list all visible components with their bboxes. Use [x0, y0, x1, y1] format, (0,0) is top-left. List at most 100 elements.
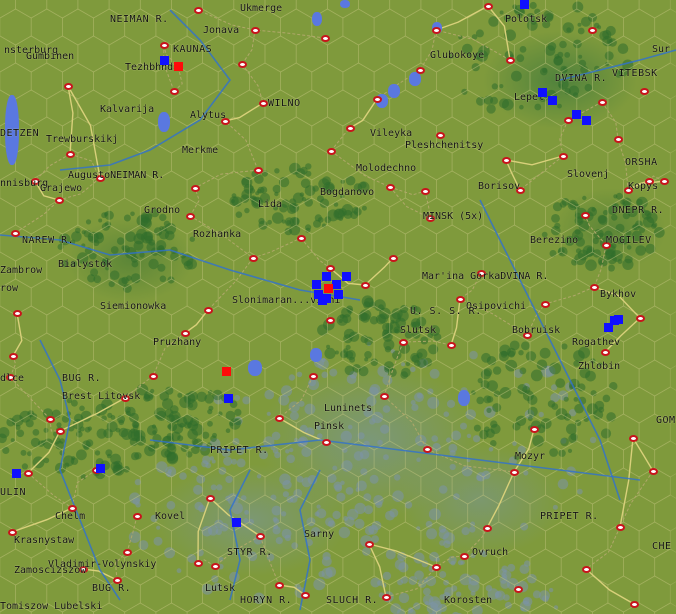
map-label: Zamoscizszow: [14, 565, 87, 576]
map-label: Tomiszow Lubelski: [0, 601, 103, 612]
axis-unit-counter[interactable]: [332, 280, 341, 289]
terrain-patch: [198, 504, 206, 513]
terrain-patch: [539, 347, 551, 359]
terrain-patch: [202, 455, 211, 465]
map-label: DETZEN: [0, 128, 40, 139]
soviet-unit-counter[interactable]: [174, 62, 183, 71]
terrain-patch: [151, 424, 157, 429]
hex-cell: [202, 0, 235, 19]
terrain-patch: [597, 25, 602, 30]
terrain-patch: [398, 592, 410, 604]
axis-unit-counter[interactable]: [318, 296, 327, 305]
terrain-patch: [617, 43, 629, 54]
terrain-patch: [318, 570, 325, 578]
soviet-unit-counter[interactable]: [222, 367, 231, 376]
terrain-patch: [272, 526, 281, 535]
axis-unit-counter[interactable]: [582, 116, 591, 125]
axis-unit-counter[interactable]: [232, 518, 241, 527]
map-label: Lutsk: [205, 583, 236, 594]
terrain-patch: [364, 357, 369, 362]
terrain-patch: [622, 258, 634, 270]
terrain-patch: [218, 467, 227, 475]
terrain-patch: [244, 510, 250, 515]
terrain-patch: [492, 403, 502, 413]
map-label: U. S. S. R.: [410, 306, 482, 317]
axis-unit-counter[interactable]: [224, 394, 233, 403]
terrain-patch: [208, 405, 214, 411]
map-label: Sur: [652, 44, 671, 55]
terrain-patch: [76, 449, 87, 461]
terrain-patch: [353, 451, 364, 461]
map-label: Tezhbhnda: [125, 62, 180, 73]
lake: [248, 360, 262, 376]
map-label: GOM: [656, 415, 676, 426]
terrain-patch: [85, 219, 92, 225]
axis-unit-counter[interactable]: [572, 110, 581, 119]
terrain-patch: [153, 536, 163, 546]
terrain-patch: [423, 587, 431, 596]
railroad-line: [435, 5, 489, 31]
hex-cell: [576, 575, 609, 613]
terrain-patch: [480, 369, 491, 380]
map-label: BUG R.: [62, 373, 102, 384]
city-marker: [275, 582, 284, 589]
terrain-patch: [334, 209, 344, 219]
axis-unit-counter[interactable]: [538, 88, 547, 97]
axis-unit-counter[interactable]: [12, 469, 21, 478]
terrain-patch: [130, 428, 136, 434]
terrain-patch: [479, 429, 489, 440]
terrain-patch: [420, 336, 429, 345]
terrain-patch: [416, 352, 423, 359]
terrain-patch: [272, 212, 284, 224]
terrain-patch: [523, 390, 534, 401]
hex-cell: [264, 143, 297, 181]
terrain-patch: [486, 396, 494, 403]
map-label: Vileyka: [370, 128, 413, 139]
terrain-patch: [383, 454, 389, 461]
terrain-patch: [547, 400, 556, 408]
terrain-patch: [71, 456, 76, 461]
terrain-patch: [131, 421, 139, 428]
axis-unit-counter[interactable]: [610, 316, 619, 325]
axis-unit-counter[interactable]: [322, 272, 331, 281]
terrain-patch: [477, 378, 483, 384]
strategic-map[interactable]: NEIMAN R. Jonava Ukmerge Polotsk Sur nsterbur…: [0, 0, 676, 614]
map-label: Chelm: [55, 511, 86, 522]
city-marker: [380, 393, 389, 400]
map-label: Gumbinen: [26, 51, 75, 62]
soviet-unit-counter[interactable]: [324, 284, 333, 293]
axis-unit-counter[interactable]: [548, 96, 557, 105]
axis-unit-counter[interactable]: [334, 290, 343, 299]
terrain-patch: [414, 570, 424, 580]
hex-cell: [607, 0, 640, 19]
terrain-patch: [615, 223, 625, 233]
hex-cell: [311, 116, 344, 154]
map-label: ORSHA: [625, 157, 658, 168]
hex-cell: [280, 8, 313, 46]
terrain-patch: [304, 403, 316, 415]
map-label: Luninets: [324, 403, 373, 414]
axis-unit-counter[interactable]: [160, 56, 169, 65]
hex-cell: [467, 224, 500, 262]
terrain-patch: [327, 473, 337, 483]
terrain-patch: [527, 416, 533, 422]
terrain-patch: [394, 474, 401, 481]
terrain-patch: [342, 314, 352, 324]
city-marker: [510, 469, 519, 476]
hex-cell: [217, 332, 250, 370]
terrain-patch: [159, 275, 167, 283]
city-marker: [636, 315, 645, 322]
terrain-patch: [105, 449, 113, 457]
city-marker: [149, 373, 158, 380]
axis-unit-counter[interactable]: [520, 0, 529, 9]
axis-unit-counter[interactable]: [96, 464, 105, 473]
terrain-patch: [163, 220, 170, 227]
terrain-patch: [499, 568, 507, 577]
axis-unit-counter[interactable]: [312, 280, 321, 289]
hex-cell: [280, 116, 313, 154]
terrain-patch: [573, 397, 579, 402]
axis-unit-counter[interactable]: [342, 272, 351, 281]
terrain-patch: [305, 224, 312, 231]
terrain-patch: [333, 481, 343, 491]
hex-cell: [623, 386, 656, 424]
